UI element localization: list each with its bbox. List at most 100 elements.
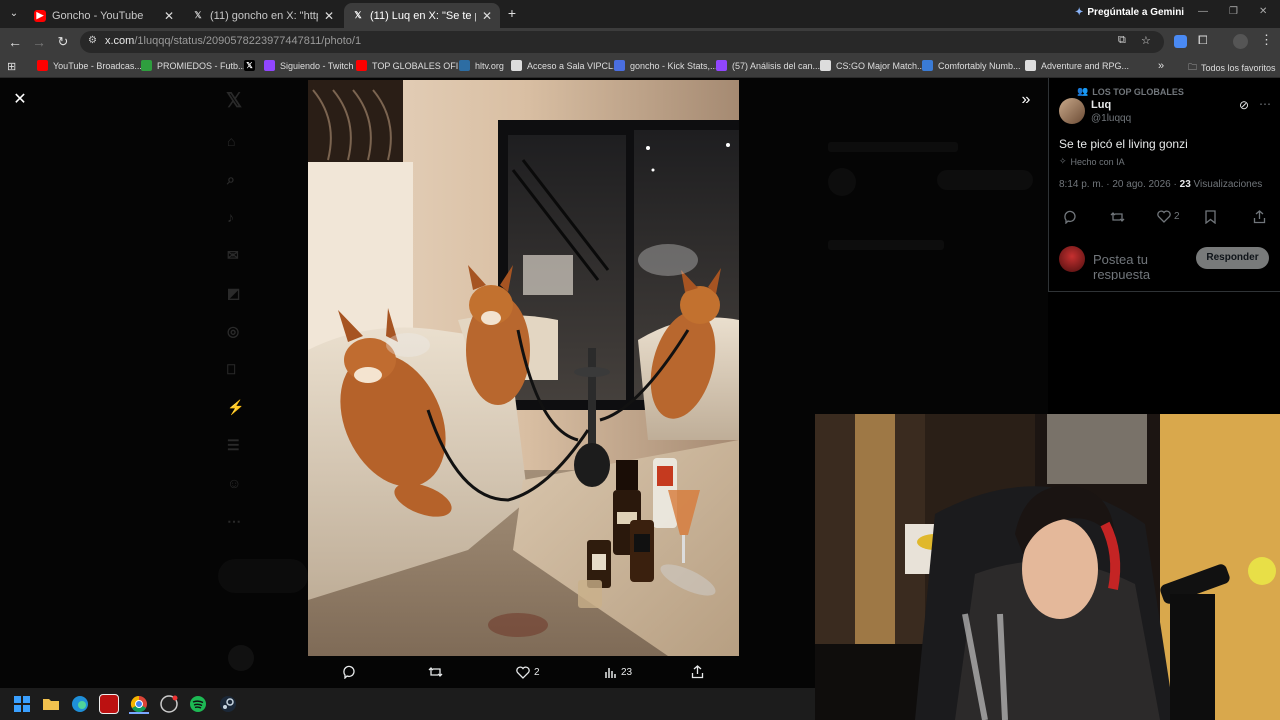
x-icon: 𝕏 xyxy=(354,10,362,20)
bookmark-item[interactable]: Adventure and RPG... xyxy=(1025,60,1129,71)
forward-icon[interactable]: → xyxy=(31,34,47,50)
tab-luq-x[interactable]: 𝕏 (11) Luq en X: "Se te picó el livi ✕ xyxy=(344,3,500,28)
new-tab-icon[interactable]: + xyxy=(504,5,520,21)
all-favorites-folder[interactable]: 🗀 Todos los favoritos xyxy=(1188,60,1276,76)
share-icon xyxy=(1253,210,1266,224)
more-nav-icon: ⋯ xyxy=(227,513,241,529)
bookmark-item[interactable]: Acceso a Sala VIPCL... xyxy=(511,60,621,71)
grok-icon[interactable]: ⊘ xyxy=(1239,98,1249,112)
extension-icon[interactable] xyxy=(1174,35,1187,48)
author-name[interactable]: Luq xyxy=(1091,99,1111,111)
profile-avatar[interactable] xyxy=(1233,34,1248,49)
webcam-feed-image xyxy=(815,414,1280,720)
extensions-puzzle-icon[interactable]: ⧠ xyxy=(1198,33,1208,48)
bookmark-item[interactable]: goncho - Kick Stats,... xyxy=(614,60,718,71)
bookmark-label: goncho - Kick Stats,... xyxy=(630,60,718,71)
bookmark-item[interactable]: CS:GO Major Match... xyxy=(820,60,925,71)
notifications-nav-icon: ♪ xyxy=(227,209,234,225)
x-icon: 𝕏 xyxy=(194,10,202,20)
close-tab-icon[interactable]: ✕ xyxy=(324,9,334,23)
tab-title: Goncho - YouTube xyxy=(52,9,144,22)
bookmark-label: Comfortably Numb... xyxy=(938,60,1021,71)
steam-icon[interactable] xyxy=(218,694,238,714)
grok-nav-icon: ◩ xyxy=(227,285,241,301)
tweet-timestamp[interactable]: 8:14 p. m. · 20 ago. 2026 · xyxy=(1059,179,1180,190)
tab-goncho-x[interactable]: 𝕏 (11) goncho en X: "https://t.co/ ✕ xyxy=(184,3,342,28)
repost-button[interactable] xyxy=(1110,210,1125,224)
url-bar[interactable]: ⚙ x.com/1luqqq/status/209057822397744781… xyxy=(80,31,1164,53)
edge-browser-icon[interactable] xyxy=(70,694,90,714)
reply-icon xyxy=(343,665,355,679)
bookmark-item[interactable]: (57) Análisis del can... xyxy=(716,60,820,71)
reply-submit-button[interactable]: Responder xyxy=(1196,247,1269,269)
restore-icon[interactable]: ❐ xyxy=(1229,6,1238,17)
bookmark-star-icon[interactable]: ☆ xyxy=(1141,34,1151,47)
os-taskbar xyxy=(0,688,815,720)
minimize-icon[interactable]: — xyxy=(1198,6,1208,17)
back-icon[interactable]: ← xyxy=(7,34,23,50)
bookmark-item[interactable]: TOP GLOBALES OFI... xyxy=(356,60,466,71)
tab-title: (11) Luq en X: "Se te picó el livi xyxy=(370,9,476,22)
tab-search-icon[interactable]: ⌄ xyxy=(6,6,22,22)
social-context-label: LOS TOP GLOBALES xyxy=(1092,86,1184,97)
media-reply-button[interactable] xyxy=(342,662,360,682)
all-favorites-label: Todos los favoritos xyxy=(1201,63,1276,73)
tab-title: (11) goncho en X: "https://t.co/ xyxy=(210,9,318,22)
close-viewer-icon[interactable]: ✕ xyxy=(10,90,30,110)
like-button[interactable]: 2 xyxy=(1157,210,1180,223)
current-user-avatar xyxy=(1059,246,1085,272)
chrome-icon[interactable] xyxy=(129,694,149,714)
bookmark-label: Siguiendo - Twitch xyxy=(280,60,354,71)
media-views-button[interactable]: 23 xyxy=(604,662,632,682)
tab-youtube[interactable]: ▶ Goncho - YouTube ✕ xyxy=(26,3,182,28)
cast-icon[interactable]: ⧉ xyxy=(1118,34,1126,47)
close-tab-icon[interactable]: ✕ xyxy=(482,9,492,23)
site-info-icon[interactable]: ⚙ xyxy=(88,35,97,46)
bookmark-item[interactable]: YouTube - Broadcas... xyxy=(37,60,142,71)
gemini-button[interactable]: ✦ Pregúntale a Gemini xyxy=(1075,7,1184,18)
close-tab-icon[interactable]: ✕ xyxy=(164,9,174,23)
community-icon: 👥 xyxy=(1077,86,1089,96)
bookmark-item[interactable]: Comfortably Numb... xyxy=(922,60,1021,71)
reply-input[interactable]: Postea tu respuesta xyxy=(1093,252,1183,280)
share-button[interactable] xyxy=(1253,210,1266,224)
bookmark-item[interactable]: PROMIEDOS - Futb... xyxy=(141,60,246,71)
tweet-detail-panel: 👥 LOS TOP GLOBALES Luq @1luqqq ⊘ ⋯ Se te… xyxy=(1048,78,1280,292)
streaming-app-icon[interactable] xyxy=(99,694,119,714)
bookmark-item[interactable]: Siguiendo - Twitch xyxy=(264,60,353,71)
media-view-count: 23 xyxy=(621,666,633,678)
media-share-button[interactable] xyxy=(691,662,708,682)
folder-icon: 🗀 xyxy=(1188,62,1198,72)
bookmark-button[interactable] xyxy=(1205,210,1216,224)
dimmed-post-button xyxy=(218,559,308,593)
more-bookmarks-icon[interactable]: » xyxy=(1158,60,1164,72)
page-icon xyxy=(922,60,933,71)
menu-kebab-icon[interactable]: ⋮ xyxy=(1260,32,1273,48)
spotify-icon[interactable] xyxy=(188,694,208,714)
close-window-icon[interactable]: ✕ xyxy=(1259,6,1267,17)
file-explorer-icon[interactable] xyxy=(41,694,61,714)
media-like-button[interactable]: 2 xyxy=(516,662,540,682)
bookmark-item[interactable]: hltv.org xyxy=(459,60,504,71)
apps-grid-icon[interactable]: ⊞ xyxy=(7,60,16,73)
media-repost-button[interactable] xyxy=(428,662,447,682)
globe-icon xyxy=(614,60,625,71)
tweet-text: Se te picó el living gonzi xyxy=(1059,137,1188,151)
address-toolbar: ← → ↻ ⚙ x.com/1luqqq/status/209057822397… xyxy=(0,28,1280,56)
social-context: 👥 LOS TOP GLOBALES xyxy=(1077,86,1184,97)
webcam-overlay xyxy=(815,414,1280,720)
like-count: 2 xyxy=(1174,211,1180,222)
bookmark-label: Acceso a Sala VIPCL... xyxy=(527,60,621,71)
author-handle[interactable]: @1luqqq xyxy=(1091,113,1131,124)
tweet-photo[interactable] xyxy=(308,80,739,656)
windows-start-icon[interactable] xyxy=(12,694,32,714)
youtube-icon xyxy=(356,60,367,71)
reply-button[interactable] xyxy=(1063,210,1077,224)
obs-icon[interactable] xyxy=(159,694,179,714)
expand-panel-icon[interactable]: » xyxy=(1016,90,1036,110)
reload-icon[interactable]: ↻ xyxy=(55,34,71,50)
sparkle-icon: ✧ xyxy=(1059,156,1067,166)
more-options-icon[interactable]: ⋯ xyxy=(1259,97,1271,111)
author-avatar[interactable] xyxy=(1059,98,1085,124)
bookmark-item[interactable]: 𝕏 xyxy=(244,60,260,71)
